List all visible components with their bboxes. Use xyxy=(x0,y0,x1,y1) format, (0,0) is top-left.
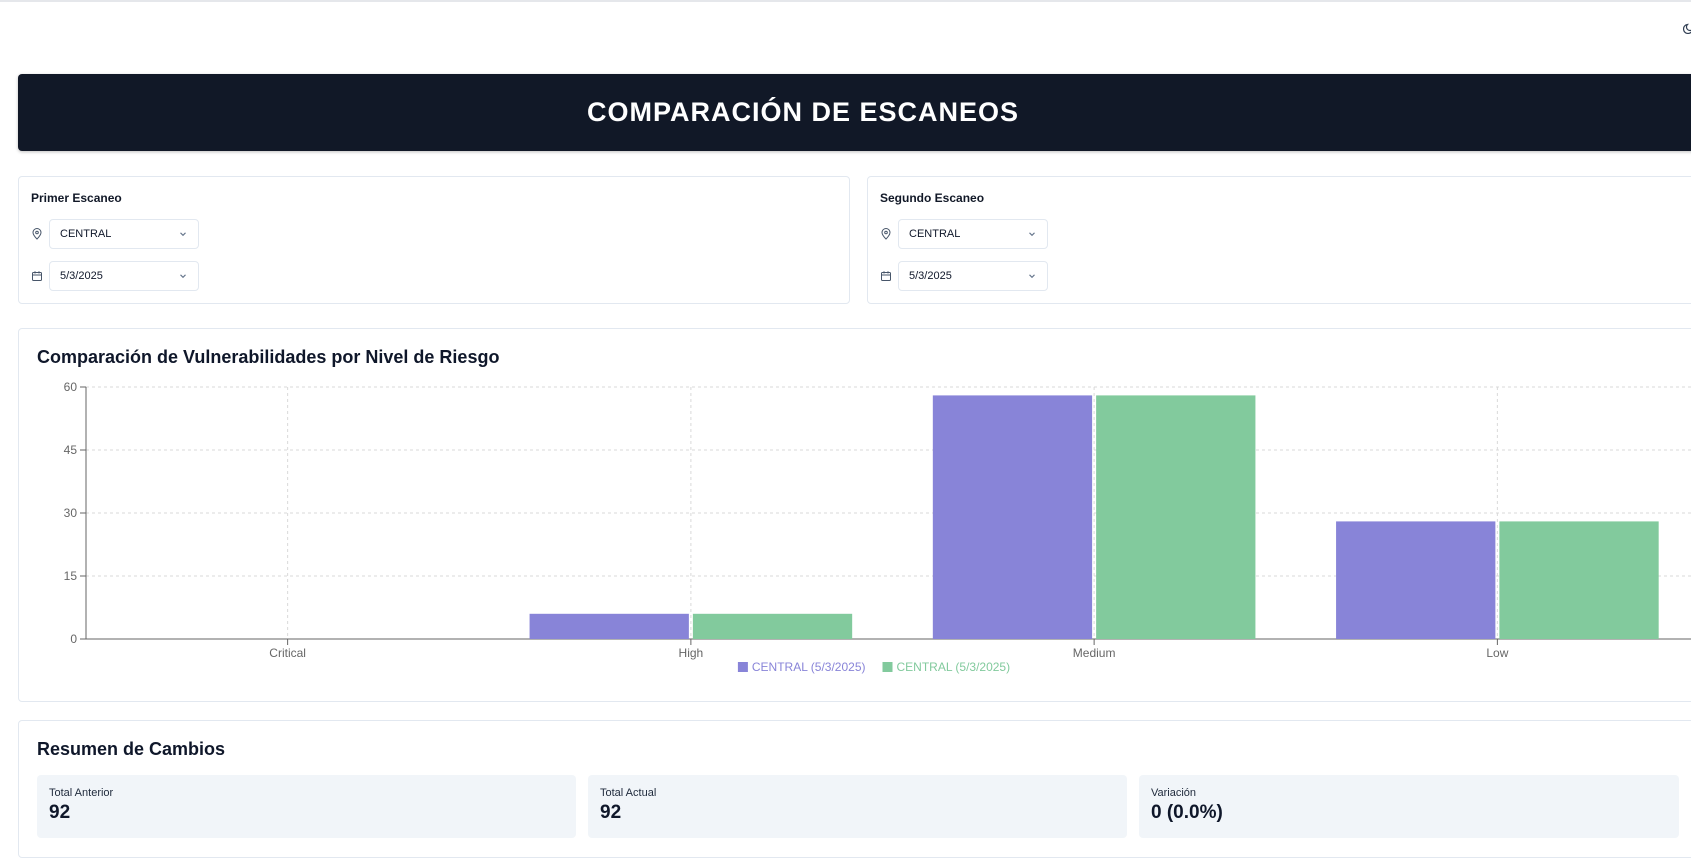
second-scan-card: Segundo Escaneo CENTRAL 5/3/2025 xyxy=(867,176,1691,304)
page-title: COMPARACIÓN DE ESCANEOS xyxy=(586,97,1020,127)
summary-title: Resumen de Cambios xyxy=(37,739,226,759)
map-pin-icon xyxy=(32,228,42,240)
current-total-value: 92 xyxy=(600,802,622,823)
legend-swatch xyxy=(737,662,748,672)
x-tick-label: Low xyxy=(1486,646,1508,660)
variation-label: Variación xyxy=(1151,787,1197,799)
y-tick-label: 60 xyxy=(64,380,78,394)
y-tick-label: 30 xyxy=(64,506,78,520)
previous-total-label: Total Anterior xyxy=(49,787,114,799)
y-tick-label: 0 xyxy=(70,632,77,646)
second-date-value: 5/3/2025 xyxy=(909,270,952,282)
legend-swatch xyxy=(882,662,893,672)
first-date-select[interactable]: 5/3/2025 xyxy=(49,261,199,291)
legend-label: CENTRAL (5/3/2025) xyxy=(897,660,1011,674)
x-tick-label: Medium xyxy=(1073,646,1116,660)
variation-value: 0 (0.0%) xyxy=(1151,802,1223,823)
y-tick-label: 15 xyxy=(64,569,78,583)
bar xyxy=(1336,521,1496,639)
chart-title: Comparación de Vulnerabilidades por Nive… xyxy=(37,347,500,367)
bar xyxy=(932,395,1093,639)
changes-summary-card: Resumen de Cambios Total Anterior 92 Tot… xyxy=(18,720,1691,858)
first-location-select[interactable]: CENTRAL xyxy=(49,219,199,249)
second-date-select[interactable]: 5/3/2025 xyxy=(898,261,1048,291)
current-total-box: Total Actual 92 xyxy=(588,775,1127,838)
chevron-down-icon xyxy=(1029,232,1035,237)
first-scan-title: Primer Escaneo xyxy=(31,191,122,205)
first-location-value: CENTRAL xyxy=(60,228,112,240)
top-divider xyxy=(0,0,1691,2)
calendar-icon xyxy=(881,271,891,281)
second-location-value: CENTRAL xyxy=(909,228,961,240)
legend-label: CENTRAL (5/3/2025) xyxy=(752,660,866,674)
risk-comparison-chart: 0 15 30 45 60 Critical High Medium Low CENTRAL (5… xyxy=(64,380,1691,674)
page-header: COMPARACIÓN DE ESCANEOS xyxy=(18,74,1691,151)
first-scan-card: Primer Escaneo CENTRAL 5/3/2025 xyxy=(18,176,850,304)
bar xyxy=(692,613,853,639)
calendar-icon xyxy=(32,271,42,281)
chevron-down-icon xyxy=(1029,274,1035,279)
previous-total-value: 92 xyxy=(49,802,71,823)
theme-toggle-icon[interactable] xyxy=(1683,22,1691,34)
second-location-select[interactable]: CENTRAL xyxy=(898,219,1048,249)
current-total-label: Total Actual xyxy=(600,787,657,799)
x-tick-label: Critical xyxy=(269,646,306,660)
map-pin-icon xyxy=(881,228,891,240)
second-scan-title: Segundo Escaneo xyxy=(880,191,985,205)
bar xyxy=(1499,521,1659,639)
bar xyxy=(529,613,689,639)
previous-total-box: Total Anterior 92 xyxy=(37,775,576,838)
x-tick-label: High xyxy=(679,646,704,660)
chevron-down-icon xyxy=(180,274,186,279)
bar xyxy=(1096,395,1256,639)
risk-comparison-chart-card: 0 15 30 45 60 Critical High Medium Low CENTRAL (5… xyxy=(18,328,1691,702)
first-date-value: 5/3/2025 xyxy=(60,270,103,282)
y-tick-label: 45 xyxy=(64,443,78,457)
chevron-down-icon xyxy=(180,232,186,237)
variation-box: Variación 0 (0.0%) xyxy=(1139,775,1679,838)
